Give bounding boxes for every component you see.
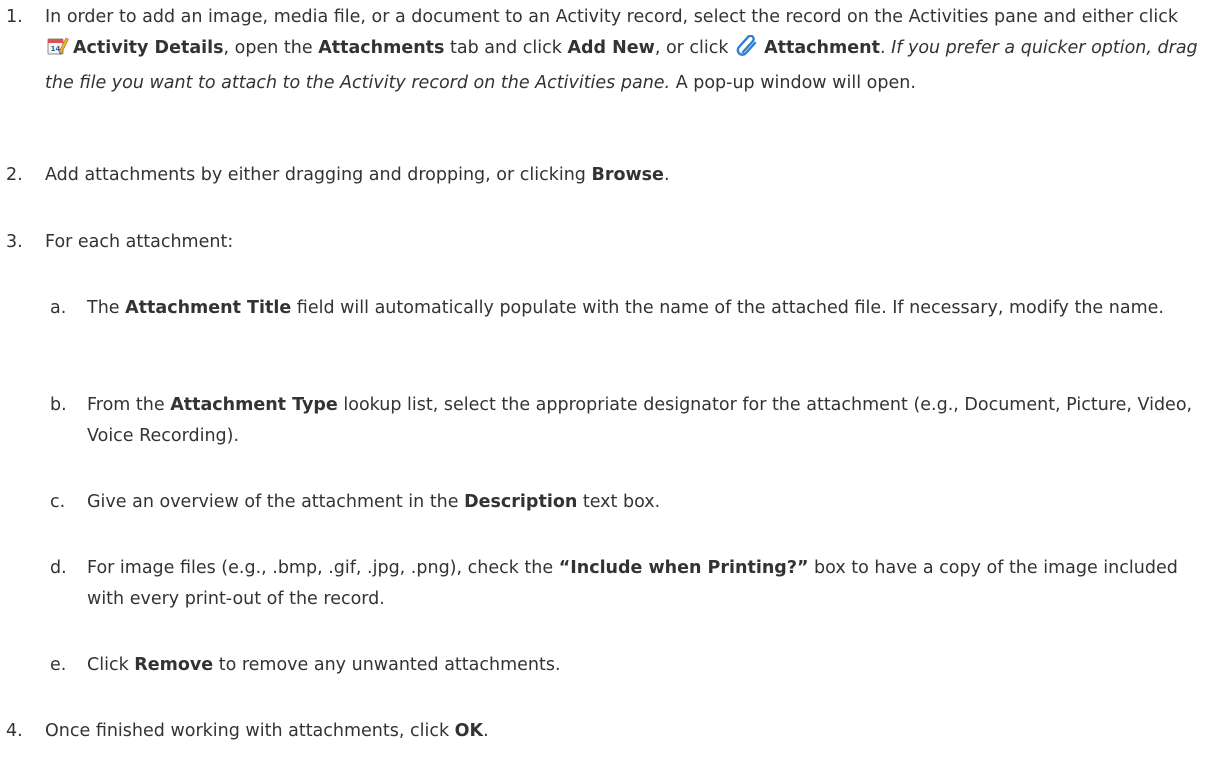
add-new-label: Add New — [567, 38, 655, 58]
attachment-title-field-label: Attachment Title — [125, 298, 292, 318]
step-text: Once finished working with attachments, … — [45, 721, 489, 741]
attachment-type-field-label: Attachment Type — [170, 395, 338, 415]
step-text: Add attachments by either dragging and d… — [45, 165, 670, 185]
attachments-tab-label: Attachments — [318, 38, 445, 58]
step-1: 1. In order to add an image, media file,… — [0, 2, 1215, 99]
substep-text: Give an overview of the attachment in th… — [87, 492, 661, 512]
substep-letter: e. — [50, 655, 67, 675]
step-number: 3. — [6, 232, 23, 252]
step-3: 3. For each attachment: — [0, 227, 1215, 258]
step-2: 2. Add attachments by either dragging an… — [0, 160, 1215, 191]
step-number: 4. — [6, 721, 23, 741]
description-field-label: Description — [464, 492, 578, 512]
step-number: 1. — [6, 7, 23, 27]
attachment-label: Attachment — [764, 38, 880, 58]
instructions-document: 1. In order to add an image, media file,… — [0, 0, 1215, 783]
substep-letter: d. — [50, 558, 67, 578]
substep-text: For image files (e.g., .bmp, .gif, .jpg,… — [87, 558, 1178, 609]
activity-details-icon: 14 — [47, 35, 69, 68]
activity-details-label: Activity Details — [73, 38, 224, 58]
step-text: For each attachment: — [45, 232, 234, 252]
substep-text: The Attachment Title field will automati… — [87, 298, 1164, 318]
substep-b: b. From the Attachment Type lookup list,… — [0, 390, 1215, 452]
substep-d: d. For image files (e.g., .bmp, .gif, .j… — [0, 553, 1215, 615]
step-number: 2. — [6, 165, 23, 185]
substep-letter: c. — [50, 492, 66, 512]
substep-letter: b. — [50, 395, 67, 415]
substep-a: a. The Attachment Title field will autom… — [0, 293, 1215, 324]
substep-e: e. Click Remove to remove any unwanted a… — [0, 650, 1215, 681]
include-when-printing-label: “Include when Printing?” — [558, 558, 809, 578]
paperclip-icon — [736, 34, 760, 68]
substep-letter: a. — [50, 298, 67, 318]
browse-label: Browse — [591, 165, 664, 185]
step-4: 4. Once finished working with attachment… — [0, 716, 1215, 747]
substep-c: c. Give an overview of the attachment in… — [0, 487, 1215, 518]
ok-label: OK — [454, 721, 484, 741]
step-text: In order to add an image, media file, or… — [45, 7, 1198, 93]
remove-label: Remove — [134, 655, 214, 675]
substep-text: From the Attachment Type lookup list, se… — [87, 395, 1193, 446]
substep-text: Click Remove to remove any unwanted atta… — [87, 655, 561, 675]
